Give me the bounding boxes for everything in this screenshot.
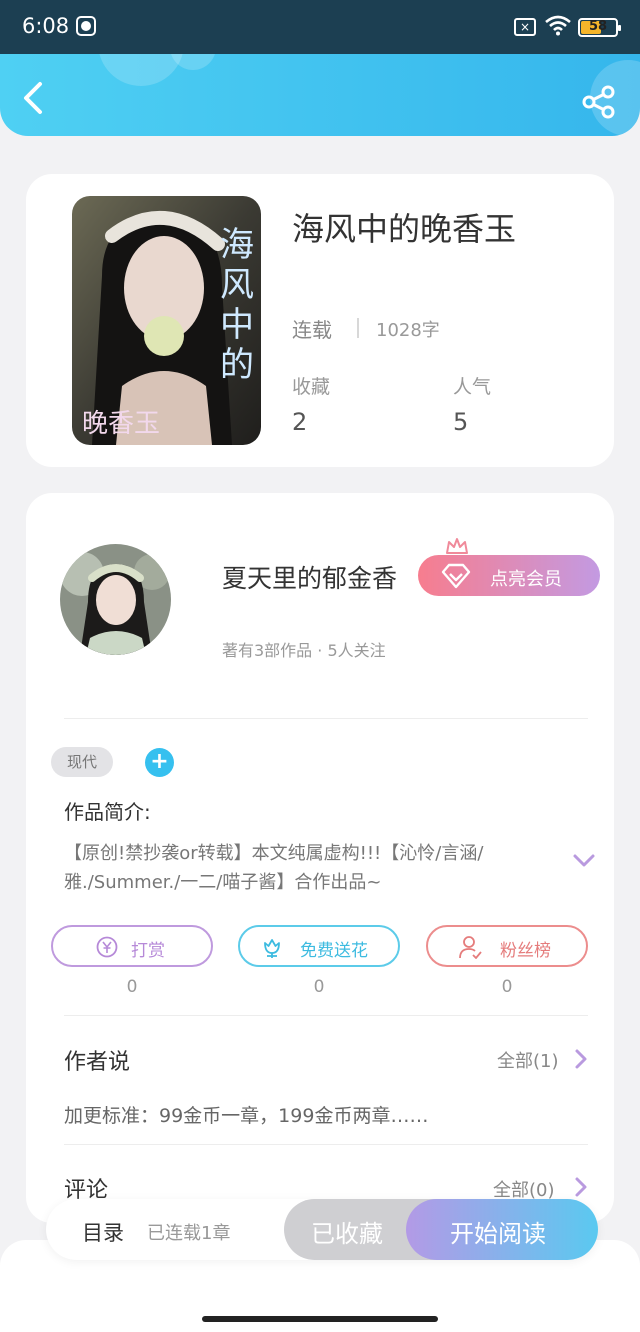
screen-record-icon — [76, 16, 96, 36]
chevron-right-icon[interactable] — [574, 1176, 588, 1198]
send-flower-button[interactable]: 免费送花 — [238, 925, 400, 967]
favorites-label: 收藏 — [292, 376, 331, 398]
genre-tag[interactable]: 现代 — [51, 747, 113, 777]
intro-text: 【原创!禁抄袭or转载】本文纯属虚构!!!【沁怜/言涵/雅./Summer./一… — [64, 843, 484, 893]
expand-chevron-icon[interactable] — [572, 853, 596, 869]
activate-vip-button[interactable]: 点亮会员 — [418, 555, 600, 596]
home-indicator[interactable] — [202, 1316, 438, 1322]
book-info-card: 海 风 中 的 晚香玉 海风中的晚香玉 连载 1028字 收藏 2 人气 5 — [26, 174, 614, 467]
flower-count: 0 — [313, 977, 325, 997]
divider — [64, 718, 588, 719]
tip-count: 0 — [126, 977, 138, 997]
battery-icon: 58 — [578, 18, 621, 37]
top-nav-bar — [0, 54, 640, 136]
yen-coin-icon — [96, 936, 118, 958]
wifi-icon — [545, 15, 571, 36]
reading-action-bar: 目录 已连载1章 已收藏 开始阅读 — [46, 1199, 598, 1260]
author-says-more-link[interactable]: 全部(1) — [497, 1047, 559, 1073]
author-name[interactable]: 夏天里的郁金香 — [222, 559, 397, 595]
add-tag-button[interactable]: + — [145, 748, 174, 777]
author-avatar[interactable] — [60, 544, 171, 655]
vip-button-label: 点亮会员 — [490, 569, 562, 590]
author-says-title: 作者说 — [64, 1050, 131, 1075]
no-sim-icon: × — [514, 18, 536, 36]
svg-text:的: 的 — [220, 345, 254, 385]
svg-text:晚香玉: 晚香玉 — [82, 409, 160, 439]
tip-button[interactable]: 打赏 — [51, 925, 213, 967]
book-title: 海风中的晚香玉 — [292, 210, 517, 248]
crown-icon — [446, 538, 468, 554]
status-divider — [357, 318, 359, 338]
table-of-contents-button[interactable]: 目录 — [82, 1217, 124, 1247]
diamond-icon — [441, 563, 471, 589]
book-status: 连载 — [292, 318, 332, 342]
book-details-card: 夏天里的郁金香 点亮会员 著有3部作品 · 5人关注 现代 + 作品简介: 【原… — [26, 493, 614, 1223]
send-flower-label: 免费送花 — [300, 941, 368, 961]
share-icon[interactable] — [580, 84, 618, 120]
fans-count: 0 — [501, 977, 513, 997]
fans-user-icon — [459, 936, 482, 959]
tip-label: 打赏 — [131, 941, 165, 961]
book-cover-image[interactable]: 海 风 中 的 晚香玉 — [72, 196, 261, 445]
start-reading-button[interactable]: 开始阅读 — [406, 1199, 598, 1260]
status-time: 6:08 — [22, 14, 70, 38]
book-word-count: 1028字 — [376, 320, 440, 341]
flower-icon — [264, 939, 280, 958]
intro-label: 作品简介: — [64, 800, 151, 824]
collected-label: 已收藏 — [311, 1220, 383, 1248]
popularity-count: 5 — [453, 408, 469, 436]
svg-text:海: 海 — [220, 225, 254, 265]
popularity-label: 人气 — [453, 376, 492, 398]
fans-ranking-button[interactable]: 粉丝榜 — [426, 925, 588, 967]
divider — [64, 1144, 588, 1145]
chapters-count: 已连载1章 — [147, 1223, 231, 1244]
status-bar: 6:08 × 58 — [0, 0, 640, 54]
divider — [64, 1015, 588, 1016]
chevron-right-icon[interactable] — [574, 1048, 588, 1070]
svg-text:中: 中 — [220, 305, 254, 345]
fans-ranking-label: 粉丝榜 — [500, 941, 551, 961]
svg-text:风: 风 — [220, 265, 254, 305]
author-meta: 著有3部作品 · 5人关注 — [222, 641, 386, 660]
battery-level: 58 — [588, 19, 608, 34]
start-reading-label: 开始阅读 — [450, 1220, 546, 1248]
favorites-count: 2 — [292, 408, 308, 436]
author-says-text: 加更标准：99金币一章，199金币两章…… — [64, 1105, 429, 1127]
back-icon[interactable] — [18, 80, 50, 116]
